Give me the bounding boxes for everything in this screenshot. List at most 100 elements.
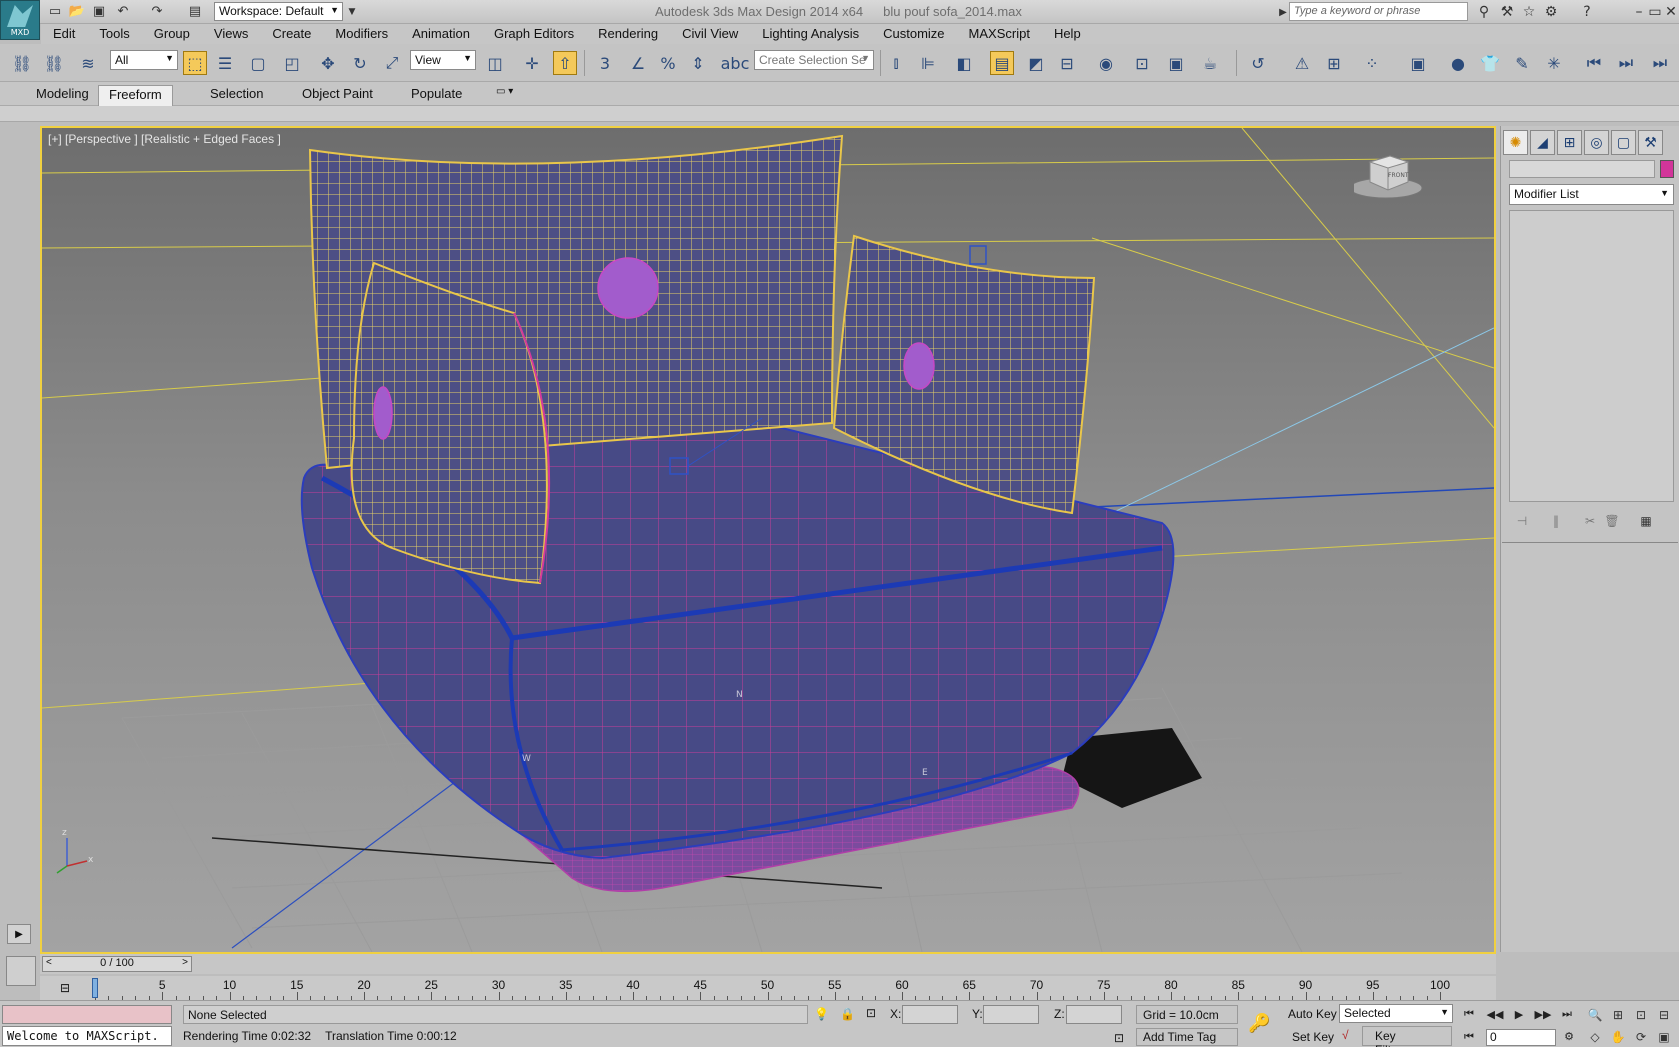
particle-icon[interactable]: ⁘: [1360, 51, 1384, 75]
open-file-icon[interactable]: 📂: [68, 3, 86, 20]
zoom-all-icon[interactable]: ⊞: [1608, 1005, 1628, 1024]
menu-group[interactable]: Group: [142, 24, 202, 44]
key-mode-toggle-icon[interactable]: ⏮: [1458, 1028, 1480, 1046]
make-unique-icon[interactable]: ✂: [1579, 512, 1601, 530]
scale-icon[interactable]: ⤢: [380, 51, 404, 75]
tab-modeling[interactable]: Modeling: [26, 85, 99, 106]
close-icon[interactable]: ✕: [1662, 3, 1679, 21]
z-coordinate-field[interactable]: [1066, 1005, 1122, 1024]
toolbar-right-icon[interactable]: ⏭: [1614, 51, 1638, 75]
previous-frame-icon[interactable]: <: [46, 957, 52, 968]
show-end-result-icon[interactable]: ‖: [1545, 512, 1567, 530]
previous-key-icon[interactable]: ◀◀: [1484, 1005, 1506, 1023]
set-key-button[interactable]: Set Key: [1292, 1030, 1334, 1044]
current-frame-marker[interactable]: [92, 978, 98, 998]
auto-key-button[interactable]: Auto Key: [1288, 1007, 1337, 1021]
menu-lighting-analysis[interactable]: Lighting Analysis: [750, 24, 871, 44]
layer-explorer-icon[interactable]: ◧: [952, 51, 976, 75]
material-editor-icon[interactable]: ◉: [1094, 51, 1118, 75]
select-object-icon[interactable]: ⬚: [183, 51, 207, 75]
reference-coordinate-dropdown[interactable]: View ▼: [410, 50, 476, 70]
go-to-start-icon[interactable]: ⏮: [1458, 1005, 1480, 1023]
window-crossing-icon[interactable]: ◰: [280, 51, 304, 75]
mini-curve-editor-toggle[interactable]: [6, 956, 36, 986]
viewport-label[interactable]: [+] [Perspective ] [Realistic + Edged Fa…: [48, 132, 281, 146]
menu-help[interactable]: Help: [1042, 24, 1093, 44]
track-bar[interactable]: 0510152025303540455055606570758085909510…: [40, 976, 1496, 1000]
render-production-icon[interactable]: ☕: [1198, 51, 1222, 75]
set-key-icon[interactable]: 🔑: [1248, 1013, 1270, 1034]
zoom-extents-all-icon[interactable]: ⊟: [1654, 1005, 1674, 1024]
expand-track-icon[interactable]: ▶: [7, 924, 31, 944]
redo-icon[interactable]: ↷: [148, 3, 166, 20]
time-slider[interactable]: < 0 / 100 >: [40, 954, 1496, 974]
curve-editor-icon[interactable]: ◩: [1024, 51, 1048, 75]
menu-graph-editors[interactable]: Graph Editors: [482, 24, 586, 44]
utilities-tab-icon[interactable]: ⚒: [1638, 130, 1663, 155]
help-icon[interactable]: ?: [1578, 3, 1596, 21]
qat-customize-icon[interactable]: ▼: [343, 3, 361, 20]
pin-stack-icon[interactable]: ⊣: [1511, 512, 1533, 530]
selection-lock-icon[interactable]: 🔒: [840, 1007, 855, 1021]
zoom-extents-icon[interactable]: ⊡: [1631, 1005, 1651, 1024]
named-selection-set-dropdown[interactable]: Create Selection Se ▼: [754, 50, 874, 70]
sync-icon[interactable]: ↺: [1246, 51, 1270, 75]
search-input[interactable]: Type a keyword or phrase: [1289, 2, 1468, 21]
keyboard-shortcut-override-icon[interactable]: ⇧: [553, 51, 577, 75]
modify-tab-icon[interactable]: ◢: [1530, 130, 1555, 155]
link-icon[interactable]: ⛓: [10, 51, 34, 75]
unlink-icon[interactable]: ⛓: [42, 51, 66, 75]
ribbon-options-icon[interactable]: ▭ ▾: [486, 85, 523, 106]
hair-icon[interactable]: ✎: [1510, 51, 1534, 75]
select-by-name-icon[interactable]: ☰: [213, 51, 237, 75]
percent-snap-icon[interactable]: %: [656, 51, 680, 75]
key-filters-button[interactable]: Key Filters...: [1362, 1026, 1452, 1047]
absolute-mode-icon[interactable]: ⊡: [866, 1006, 876, 1020]
menu-customize[interactable]: Customize: [871, 24, 956, 44]
cloth-icon[interactable]: 👕: [1478, 51, 1502, 75]
render-setup-icon[interactable]: ⊡: [1130, 51, 1154, 75]
go-to-end-icon[interactable]: ⏭: [1556, 1005, 1578, 1023]
menu-create[interactable]: Create: [260, 24, 323, 44]
tab-object-paint[interactable]: Object Paint: [292, 85, 383, 106]
display-tab-icon[interactable]: ▢: [1611, 130, 1636, 155]
menu-animation[interactable]: Animation: [400, 24, 482, 44]
hierarchy-tab-icon[interactable]: ⊞: [1557, 130, 1582, 155]
menu-civil-view[interactable]: Civil View: [670, 24, 750, 44]
maxscript-listener-input[interactable]: Welcome to MAXScript.: [2, 1026, 172, 1046]
mirror-icon[interactable]: ⫾: [884, 51, 908, 75]
time-configuration-icon[interactable]: ⚙: [1558, 1027, 1580, 1045]
orbit-icon[interactable]: ⟳: [1631, 1027, 1651, 1046]
time-tag-icon[interactable]: ⊡: [1114, 1031, 1124, 1045]
menu-views[interactable]: Views: [202, 24, 260, 44]
track-bar-icon[interactable]: ⊟: [60, 981, 78, 997]
add-time-tag-button[interactable]: Add Time Tag: [1136, 1028, 1238, 1046]
binoculars-icon[interactable]: ⚲: [1475, 3, 1493, 21]
menu-rendering[interactable]: Rendering: [586, 24, 670, 44]
spinner-snap-icon[interactable]: ⇕: [686, 51, 710, 75]
zoom-icon[interactable]: 🔍: [1585, 1005, 1605, 1024]
create-tab-icon[interactable]: ✺: [1503, 130, 1528, 155]
tab-populate[interactable]: Populate: [401, 85, 472, 106]
time-slider-thumb[interactable]: < 0 / 100 >: [42, 956, 192, 972]
sphere-icon[interactable]: ●: [1446, 51, 1470, 75]
x-coordinate-field[interactable]: [902, 1005, 958, 1024]
schematic-view-icon[interactable]: ⊟: [1055, 51, 1079, 75]
move-icon[interactable]: ✥: [316, 51, 340, 75]
y-coordinate-field[interactable]: [983, 1005, 1039, 1024]
select-manipulate-icon[interactable]: ✛: [520, 51, 544, 75]
current-frame-field[interactable]: 0: [1486, 1029, 1556, 1046]
scene-explorer-icon[interactable]: ▣: [1406, 51, 1430, 75]
object-name-field[interactable]: [1509, 160, 1655, 178]
play-icon[interactable]: ▶: [1508, 1005, 1530, 1023]
menu-modifiers[interactable]: Modifiers: [323, 24, 400, 44]
edit-named-selection-icon[interactable]: abc: [721, 51, 750, 75]
workspace-dropdown[interactable]: Workspace: Default ▼: [214, 2, 343, 21]
menu-maxscript[interactable]: MAXScript: [957, 24, 1042, 44]
app-logo-button[interactable]: MXD: [0, 0, 40, 40]
undo-icon[interactable]: ↶: [114, 3, 132, 20]
maxscript-listener-output[interactable]: [2, 1005, 172, 1024]
pivot-center-icon[interactable]: ◫: [483, 51, 507, 75]
rotate-icon[interactable]: ↻: [348, 51, 372, 75]
menu-tools[interactable]: Tools: [87, 24, 141, 44]
